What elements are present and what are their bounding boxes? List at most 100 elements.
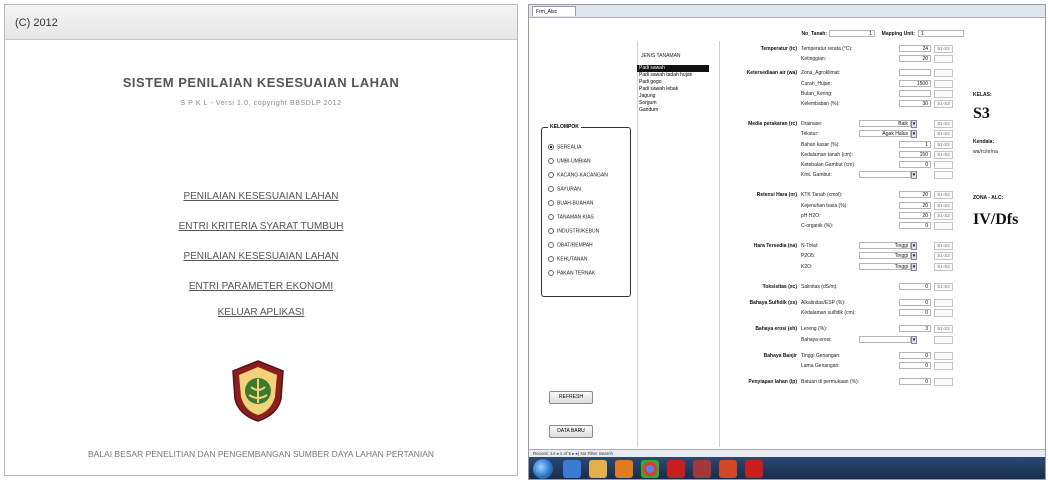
institution-emblem-icon [232, 360, 284, 422]
class-result-field [934, 335, 953, 344]
data-baru-button[interactable]: DATA BARU [549, 425, 593, 438]
field-input[interactable]: Baik [859, 120, 911, 128]
section-title: Bahaya Banjir [763, 352, 797, 359]
field-input[interactable] [859, 335, 911, 343]
field-input[interactable]: 0 [899, 378, 931, 386]
separator [719, 41, 720, 447]
field-input[interactable]: 0 [899, 351, 931, 359]
chevron-down-icon[interactable]: ▾ [911, 262, 917, 271]
section-title: Ketersediaan air (wa) [746, 70, 797, 77]
radio-kehutanan[interactable]: KEHUTANAN [548, 256, 587, 262]
radio-tanaman-kias[interactable]: TANAMAN KIAS [548, 214, 594, 220]
field-input[interactable]: 0 [899, 362, 931, 369]
field-input[interactable] [859, 171, 911, 179]
field-input[interactable]: Agak Halus [859, 130, 911, 138]
field-input[interactable]: 0 [899, 309, 931, 317]
field-input[interactable]: 0 [899, 299, 931, 306]
windows-taskbar [529, 457, 1045, 479]
media-icon[interactable] [615, 460, 633, 478]
chevron-down-icon[interactable]: ▾ [911, 252, 917, 261]
section-title: Media perakaran (rc) [748, 121, 797, 128]
tab-frm-alsc[interactable]: Frm_Alsc [532, 6, 576, 16]
mapping-unit-field[interactable]: 1 [918, 30, 964, 37]
chrome-icon[interactable] [641, 460, 659, 478]
field-input[interactable]: 3 [899, 325, 931, 333]
field-input[interactable]: 20 [899, 191, 931, 199]
radio-sayuran[interactable]: SAYURAN [548, 186, 581, 192]
field-label: Drainase: [801, 121, 823, 128]
list-item[interactable]: Sorgum [637, 100, 709, 107]
section-title: Hara Tersedia (na) [753, 243, 797, 250]
class-result-field: S1-S2 [934, 282, 953, 291]
ie-icon[interactable] [563, 460, 581, 478]
field-input[interactable]: 20 [899, 55, 931, 63]
field-input[interactable]: Tinggi [859, 262, 911, 270]
list-item[interactable]: Padi gogo [637, 79, 709, 86]
radio-buah-buahan[interactable]: BUAH-BUAHAN [548, 200, 593, 206]
refresh-button[interactable]: REFRESH [549, 391, 593, 404]
class-result-field [934, 222, 953, 230]
acrobat-icon[interactable] [667, 460, 685, 478]
radio-industri-kebun[interactable]: INDUSTRI/KEBUN [548, 228, 599, 234]
field-input[interactable]: 0 [899, 282, 931, 290]
field-label: Tinggi Genangan: [801, 352, 841, 359]
zona-label: ZONA - ALC: [973, 195, 1004, 201]
field-input[interactable] [899, 89, 931, 97]
chevron-down-icon[interactable]: ▾ [911, 120, 917, 129]
list-item[interactable]: Jagung [637, 93, 709, 100]
crop-list[interactable]: Padi sawah Padi sawah tadah hujan Padi g… [637, 65, 709, 114]
field-input[interactable]: Tinggi [859, 242, 911, 250]
field-input[interactable]: 20 [899, 201, 931, 209]
class-result-field: S1-S2 [934, 242, 953, 251]
field-input[interactable]: 30 [899, 100, 931, 107]
field-label: Lama Genangan: [801, 363, 840, 369]
acrobat2-icon[interactable] [745, 460, 763, 478]
menu-keluar-aplikasi[interactable]: KELUAR APLIKASI [5, 307, 517, 318]
field-input[interactable]: 0 [899, 161, 931, 168]
chevron-down-icon[interactable]: ▾ [911, 242, 917, 251]
menu-entri-kriteria-syarat-tumbuh[interactable]: ENTRI KRITERIA SYARAT TUMBUH [5, 221, 517, 232]
menu-penilaian-kesesuaian-lahan[interactable]: PENILAIAN KESESUAIAN LAHAN [5, 191, 517, 202]
kelas-label: KELAS: [973, 92, 992, 98]
field-label: Kedalaman tanah (cm): [801, 151, 853, 158]
chevron-down-icon[interactable]: ▾ [911, 171, 917, 180]
field-input[interactable] [899, 69, 931, 77]
section-title: Retensi Hara (nr) [756, 192, 797, 199]
field-input[interactable]: 1 [899, 140, 931, 148]
access-icon[interactable] [693, 460, 711, 478]
radio-obat-rempah[interactable]: OBAT/REMPAH [548, 242, 593, 248]
radio-umbi-umbian[interactable]: UMBI-UMBIAN [548, 158, 591, 164]
field-label: Alkalinitas/ESP (%): [801, 300, 846, 306]
folder-icon[interactable] [589, 460, 607, 478]
list-item[interactable]: Padi sawah [637, 65, 709, 72]
field-input[interactable]: 1500 [899, 79, 931, 87]
window-titlebar: (C) 2012 [5, 5, 517, 40]
class-result-field: S1-S2 [934, 325, 953, 334]
list-item[interactable]: Padi sawah lebak [637, 86, 709, 93]
field-input[interactable]: 20 [899, 211, 931, 219]
list-item[interactable]: Padi sawah tadah hujan [637, 72, 709, 79]
radio-pakan-ternak[interactable]: PAKAN TERNAK [548, 270, 595, 276]
radio-serealia[interactable]: SEREALIA [548, 144, 581, 150]
section-title: Penyiapan lahan (lp) [748, 379, 797, 386]
menu-entri-parameter-ekonomi[interactable]: ENTRI PARAMETER EKONOMI [5, 281, 517, 292]
field-label: C-organik (%): [801, 223, 834, 229]
no-tanah-field[interactable]: 1 [829, 30, 875, 37]
field-input[interactable]: 24 [899, 45, 931, 52]
field-input[interactable]: 0 [899, 222, 931, 229]
zona-value: IV/Dfs [973, 211, 1019, 228]
list-item[interactable]: Gandum [637, 107, 709, 114]
class-result-field: S1-S2 [934, 130, 953, 139]
powerpoint-icon[interactable] [719, 460, 737, 478]
menu-penilaian-kesesuaian-lahan-2[interactable]: PENILAIAN KESESUAIAN LAHAN [5, 251, 517, 262]
field-label: Ketinggian: [801, 56, 827, 63]
class-result-field [934, 55, 953, 64]
field-input[interactable]: Tinggi [859, 252, 911, 260]
radio-kacang-kacangan[interactable]: KACANG-KACANGAN [548, 172, 608, 178]
chevron-down-icon[interactable]: ▾ [911, 335, 917, 344]
form-tab-bar: Frm_Alsc [529, 5, 1045, 18]
version-line: S P K L - Versi 1.0, copyright BBSDLP 20… [180, 100, 342, 107]
field-input[interactable]: 150 [899, 150, 931, 158]
chevron-down-icon[interactable]: ▾ [911, 130, 917, 139]
start-button-icon[interactable] [533, 459, 553, 479]
